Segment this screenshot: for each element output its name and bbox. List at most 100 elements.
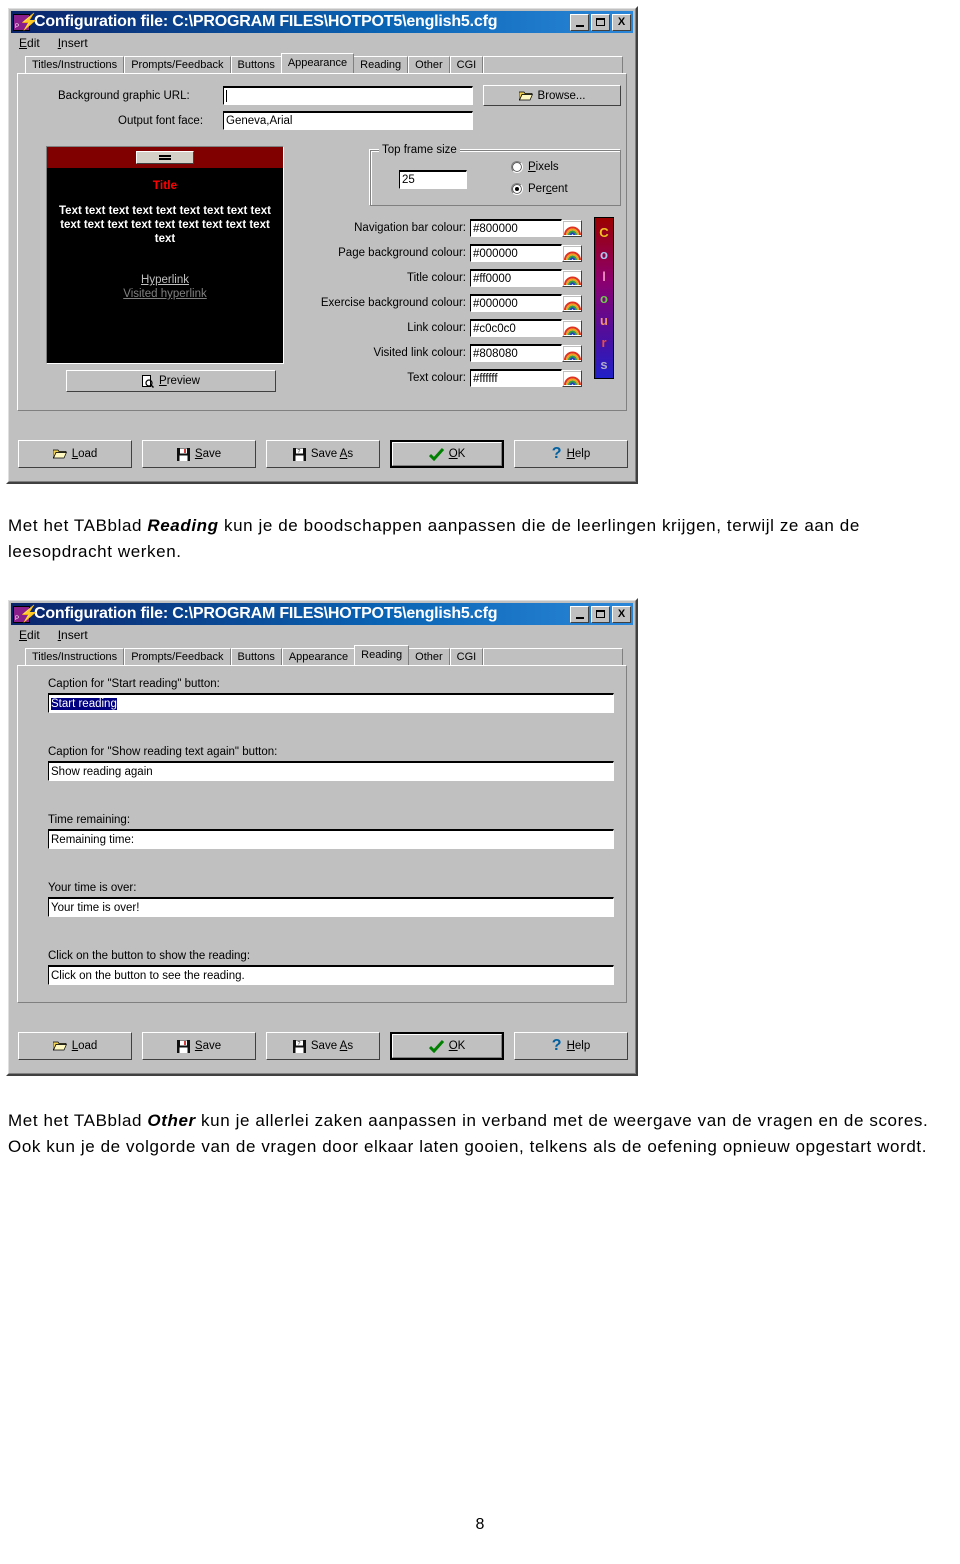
time-remaining-input[interactable]: Remaining time: (48, 829, 614, 849)
click-button-show-reading-input[interactable]: Click on the button to see the reading. (48, 965, 614, 985)
exercise-background-colour-picker-icon[interactable] (562, 294, 582, 312)
help-button[interactable]: ? Help (514, 440, 629, 468)
tabstrip-filler (483, 648, 623, 665)
menubar-appearance[interactable]: Edit Insert (11, 33, 633, 53)
text-colour-input[interactable]: #ffffff (470, 369, 562, 387)
ok-button[interactable]: OK (390, 1032, 505, 1060)
menu-item-edit[interactable]: Edit (19, 36, 40, 50)
configuration-window-reading[interactable]: P ⚡ Configuration file: C:\PROGRAM FILES\… (6, 598, 638, 1076)
colour-row: Navigation bar colour: #800000 (298, 219, 588, 237)
radio-percent[interactable]: Percent (511, 183, 568, 195)
titlebar-buttons[interactable]: X (570, 13, 631, 31)
load-button[interactable]: Load (18, 440, 132, 468)
tab-other[interactable]: Other (408, 648, 450, 665)
preview-button[interactable]: Preview (66, 370, 276, 392)
tab-other[interactable]: Other (408, 56, 450, 73)
colour-row: Page background colour: #000000 (298, 244, 588, 262)
output-font-input[interactable]: Geneva,Arial (223, 111, 473, 130)
tab-prompts-feedback[interactable]: Prompts/Feedback (124, 56, 231, 73)
radio-pixels[interactable]: Pixels (511, 161, 559, 173)
close-button[interactable]: X (612, 605, 631, 623)
navigation-bar-colour-input[interactable]: #800000 (470, 219, 562, 237)
titlebar-buttons[interactable]: X (570, 605, 631, 623)
tab-titles-instructions[interactable]: Titles/Instructions (25, 648, 125, 665)
link-colour-label: Link colour: (407, 322, 466, 334)
text-colour-picker-icon[interactable] (562, 369, 582, 387)
link-colour-input[interactable]: #c0c0c0 (470, 319, 562, 337)
navigation-bar-colour-picker-icon[interactable] (562, 219, 582, 237)
paragraph-reading-before: Met het TABblad (8, 516, 148, 535)
minimize-button[interactable] (570, 13, 589, 31)
menubar-reading[interactable]: Edit Insert (11, 625, 633, 645)
tab-buttons[interactable]: Buttons (230, 56, 282, 73)
paragraph-other: Met het TABblad Other kun je allerlei za… (8, 1108, 956, 1160)
minimize-button[interactable] (570, 605, 589, 623)
page-background-colour-label: Page background colour: (338, 247, 466, 259)
page-background-colour-picker-icon[interactable] (562, 244, 582, 262)
colour-row: Link colour: #c0c0c0 (298, 319, 588, 337)
title-colour-input[interactable]: #ff0000 (470, 269, 562, 287)
maximize-button[interactable] (591, 13, 610, 31)
visited-link-colour-picker-icon[interactable] (562, 344, 582, 362)
page-background-colour-input[interactable]: #000000 (470, 244, 562, 262)
menu-item-insert[interactable]: Insert (58, 36, 88, 50)
exercise-background-colour-input[interactable]: #000000 (470, 294, 562, 312)
help-button[interactable]: ? Help (514, 1032, 629, 1060)
preview-title: Title (152, 178, 178, 192)
start-reading-caption-value: Start reading (51, 697, 117, 710)
start-reading-caption-label: Caption for "Start reading" button: (48, 678, 220, 690)
paragraph-other-before: Met het TABblad (8, 1111, 148, 1130)
save-as-button-label: Save As (310, 1040, 354, 1052)
tab-cgi[interactable]: CGI (449, 56, 484, 73)
preview-button-label: Preview (159, 375, 200, 387)
maximize-button[interactable] (591, 605, 610, 623)
save-button-label: Save (194, 448, 222, 460)
tab-cgi[interactable]: CGI (449, 648, 484, 665)
load-button[interactable]: Load (18, 1032, 132, 1060)
time-is-over-input[interactable]: Your time is over! (48, 897, 614, 917)
tab-appearance[interactable]: Appearance (281, 648, 356, 665)
top-frame-size-input[interactable]: 25 (399, 170, 467, 189)
start-reading-caption-input[interactable]: Start reading (48, 693, 614, 713)
show-reading-again-caption-input[interactable]: Show reading again (48, 761, 614, 781)
window-title: Configuration file: C:\PROGRAM FILES\HOT… (34, 13, 498, 30)
configuration-window-appearance[interactable]: P ⚡ Configuration file: C:\PROGRAM FILES\… (6, 6, 638, 484)
tab-appearance[interactable]: Appearance (280, 53, 355, 73)
radio-pixels-label: Pixels (528, 161, 559, 173)
floppy-disk-question-icon: ? (292, 1039, 306, 1053)
tab-titles-instructions[interactable]: Titles/Instructions (25, 56, 125, 73)
preview-pane: Title Text text text text text text text… (46, 146, 284, 364)
colours-letter: C (599, 224, 609, 240)
menu-item-insert[interactable]: Insert (58, 628, 88, 642)
background-graphic-input[interactable] (223, 86, 473, 105)
menu-item-edit[interactable]: Edit (19, 628, 40, 642)
visited-link-colour-input[interactable]: #808080 (470, 344, 562, 362)
tabstrip-reading[interactable]: Titles/Instructions Prompts/Feedback But… (11, 645, 633, 665)
open-folder-icon (518, 91, 533, 100)
browse-button[interactable]: Browse... (483, 85, 621, 106)
tab-buttons[interactable]: Buttons (230, 648, 282, 665)
navigation-bar-colour-label: Navigation bar colour: (354, 222, 466, 234)
svg-text:?: ? (297, 1041, 300, 1047)
help-button-label: Help (566, 1040, 591, 1052)
save-button[interactable]: Save (142, 440, 256, 468)
tab-prompts-feedback[interactable]: Prompts/Feedback (124, 648, 231, 665)
titlebar-appearance[interactable]: P ⚡ Configuration file: C:\PROGRAM FILES\… (11, 11, 633, 33)
colours-letter: o (600, 246, 608, 262)
load-button-label: Load (71, 448, 98, 460)
close-button[interactable]: X (612, 13, 631, 31)
radio-percent-dot (511, 183, 523, 195)
titlebar-reading[interactable]: P ⚡ Configuration file: C:\PROGRAM FILES\… (11, 603, 633, 625)
tabstrip-appearance[interactable]: Titles/Instructions Prompts/Feedback But… (11, 53, 633, 73)
link-colour-picker-icon[interactable] (562, 319, 582, 337)
save-as-button[interactable]: ? Save As (266, 1032, 380, 1060)
tab-reading[interactable]: Reading (353, 56, 409, 73)
save-as-button[interactable]: ? Save As (266, 440, 380, 468)
click-button-show-reading-label: Click on the button to show the reading: (48, 950, 251, 962)
save-button[interactable]: Save (142, 1032, 256, 1060)
window-title: Configuration file: C:\PROGRAM FILES\HOT… (34, 605, 498, 622)
title-colour-picker-icon[interactable] (562, 269, 582, 287)
ok-button[interactable]: OK (390, 440, 505, 468)
paragraph-reading-emphasis: Reading (147, 516, 219, 535)
tab-reading[interactable]: Reading (354, 645, 410, 665)
